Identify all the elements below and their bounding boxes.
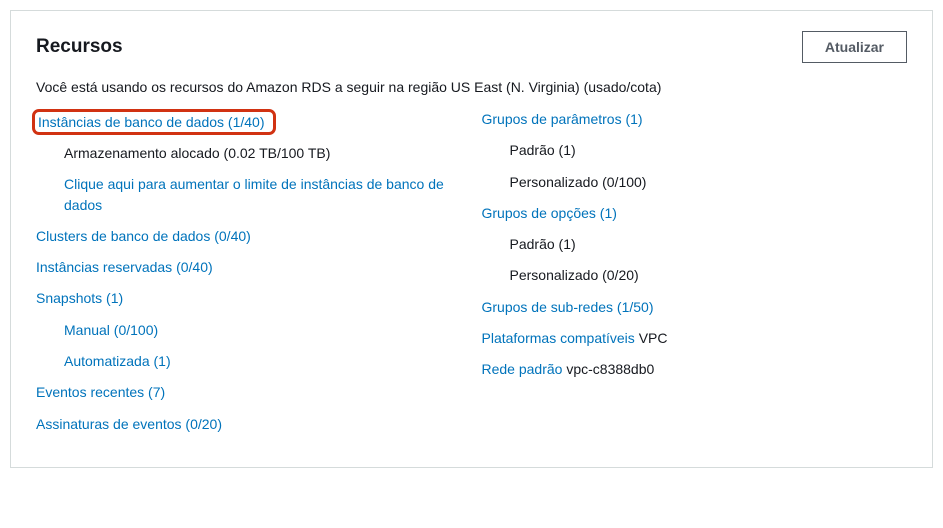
right-column: Grupos de parâmetros (1) Padrão (1) Pers… [482, 109, 908, 445]
option-groups-link[interactable]: Grupos de opções (1) [482, 205, 617, 221]
db-clusters-link[interactable]: Clusters de banco de dados (0/40) [36, 228, 251, 244]
description-text: Você está usando os recursos do Amazon R… [36, 79, 907, 95]
supported-platforms-link[interactable]: Plataformas compatíveis [482, 330, 635, 346]
left-column: Instâncias de banco de dados (1/40) Arma… [36, 109, 462, 445]
resources-panel: Recursos Atualizar Você está usando os r… [10, 10, 933, 468]
panel-body: Você está usando os recursos do Amazon R… [11, 79, 932, 467]
param-custom-text: Personalizado (0/100) [510, 174, 647, 190]
allocated-storage-text: Armazenamento alocado (0.02 TB/100 TB) [64, 145, 330, 161]
default-network-link[interactable]: Rede padrão [482, 361, 563, 377]
default-network-value: vpc-c8388db0 [566, 361, 654, 377]
parameter-groups-link[interactable]: Grupos de parâmetros (1) [482, 111, 643, 127]
subnet-groups-link[interactable]: Grupos de sub-redes (1/50) [482, 299, 654, 315]
param-default-text: Padrão (1) [510, 142, 576, 158]
recent-events-link[interactable]: Eventos recentes (7) [36, 384, 165, 400]
supported-platforms-value: VPC [639, 330, 668, 346]
refresh-button[interactable]: Atualizar [802, 31, 907, 63]
increase-limit-link[interactable]: Clique aqui para aumentar o limite de in… [64, 176, 444, 212]
db-instances-link[interactable]: Instâncias de banco de dados (1/40) [38, 114, 265, 130]
manual-snapshots-link[interactable]: Manual (0/100) [64, 322, 158, 338]
automated-snapshots-link[interactable]: Automatizada (1) [64, 353, 171, 369]
panel-title: Recursos [36, 36, 123, 58]
highlight-annotation: Instâncias de banco de dados (1/40) [32, 109, 276, 135]
reserved-instances-link[interactable]: Instâncias reservadas (0/40) [36, 259, 213, 275]
snapshots-link[interactable]: Snapshots (1) [36, 290, 123, 306]
option-custom-text: Personalizado (0/20) [510, 267, 639, 283]
option-default-text: Padrão (1) [510, 236, 576, 252]
event-subscriptions-link[interactable]: Assinaturas de eventos (0/20) [36, 416, 222, 432]
resource-columns: Instâncias de banco de dados (1/40) Arma… [36, 109, 907, 445]
panel-header: Recursos Atualizar [11, 11, 932, 79]
